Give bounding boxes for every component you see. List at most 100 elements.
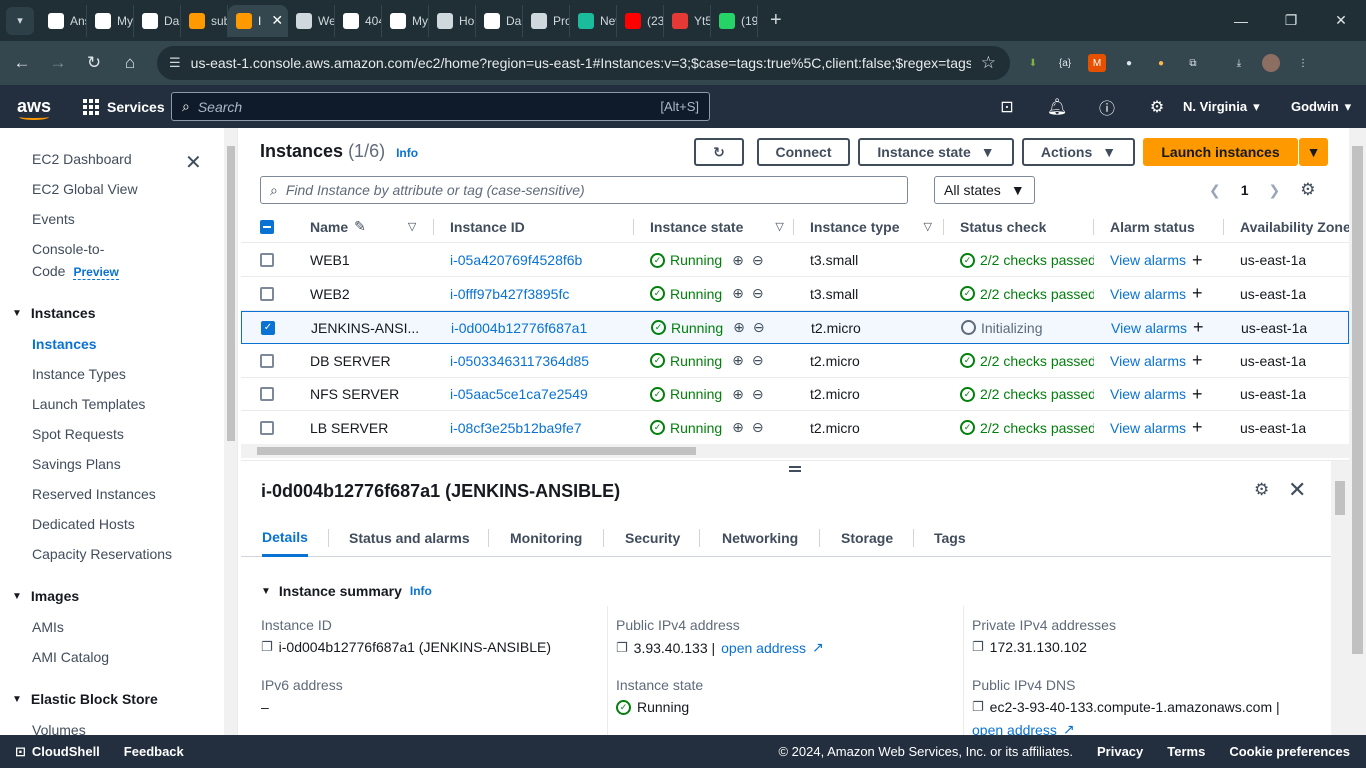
sidebar-section-ebs[interactable]: ▼ Elastic Block Store — [12, 691, 158, 707]
open-address-link[interactable]: open address — [721, 640, 806, 656]
instance-id-link[interactable]: i-08cf3e25b12ba9fe7 — [450, 420, 582, 436]
browser-tab[interactable]: Hom — [429, 4, 476, 37]
col-availability-zone[interactable]: Availability Zone — [1240, 211, 1349, 242]
sidebar-section-instances[interactable]: ▼ Instances — [12, 305, 96, 321]
resize-handle[interactable] — [789, 466, 801, 472]
col-status-check[interactable]: Status check — [960, 211, 1046, 242]
row-checkbox[interactable] — [260, 378, 274, 410]
copy-icon[interactable]: ❐ — [972, 699, 984, 715]
col-instance-state[interactable]: Instance state ▽ — [650, 211, 784, 242]
col-instance-type[interactable]: Instance type ▽ — [810, 211, 932, 242]
view-alarms-link[interactable]: View alarms — [1111, 320, 1187, 336]
browser-tab[interactable]: New — [570, 4, 617, 37]
zoom-in-out-icons[interactable]: ⊕⊖ — [732, 386, 771, 403]
row-checkbox[interactable] — [260, 412, 274, 444]
browser-tab[interactable]: Dare — [134, 4, 181, 37]
tab-monitoring[interactable]: Monitoring — [510, 519, 582, 557]
launch-instances-button[interactable]: Launch instances — [1143, 138, 1298, 166]
browser-tab[interactable]: I ✕ — [228, 4, 288, 37]
downloads-icon[interactable]: ⤓ — [1230, 54, 1248, 72]
browser-tab[interactable]: 404 r — [335, 4, 382, 37]
tab-details[interactable]: Details — [262, 519, 308, 557]
zoom-in-out-icons[interactable]: ⊕⊖ — [733, 319, 772, 336]
profile-avatar[interactable] — [1262, 54, 1280, 72]
help-icon[interactable]: ⓘ — [1082, 95, 1132, 119]
restore-icon[interactable]: ❐ — [1266, 0, 1316, 41]
add-alarm-icon[interactable]: + — [1192, 384, 1203, 405]
services-menu[interactable]: Services — [83, 98, 165, 115]
sidebar-item-savings-plans[interactable]: Savings Plans — [32, 456, 121, 472]
table-row[interactable]: WEB2 i-0fff97b427f3895fc ✓ Running ⊕⊖ t3.smal… — [241, 278, 1349, 311]
instance-state-button[interactable]: Instance state ▼ — [858, 138, 1014, 166]
instance-filter-input[interactable]: ⌕ Find Instance by attribute or tag (cas… — [260, 176, 908, 204]
account-menu[interactable]: Godwin ▾ — [1291, 85, 1351, 128]
cell-instance-id[interactable]: i-05033463117364d85 — [450, 345, 589, 377]
sidebar-item-instance-types[interactable]: Instance Types — [32, 366, 126, 382]
extensions-puzzle-icon[interactable]: ⧉ — [1184, 54, 1202, 72]
sidebar-scrollbar[interactable] — [224, 128, 237, 735]
detail-scrollbar[interactable] — [1331, 461, 1349, 735]
forward-icon[interactable]: → — [40, 53, 76, 73]
refresh-button[interactable]: ↻ — [694, 138, 744, 166]
zoom-in-out-icons[interactable]: ⊕⊖ — [732, 285, 771, 302]
cell-instance-id[interactable]: i-05aac5ce1ca7e2549 — [450, 378, 588, 410]
sidebar-item-spot-requests[interactable]: Spot Requests — [32, 426, 124, 442]
tab-status-and-alarms[interactable]: Status and alarms — [349, 519, 470, 557]
scrollbar-thumb[interactable] — [257, 447, 696, 455]
cloudshell-icon[interactable]: ⊡ — [982, 97, 1032, 117]
tab-search-icon[interactable]: ▾ — [6, 6, 34, 35]
cell-instance-id[interactable]: i-05a420769f4528f6b — [450, 244, 582, 276]
launch-dropdown-button[interactable]: ▼ — [1299, 138, 1328, 166]
scrollbar-thumb[interactable] — [227, 146, 235, 441]
browser-tab[interactable]: My-c — [87, 4, 134, 37]
view-alarms-link[interactable]: View alarms — [1110, 420, 1186, 436]
privacy-link[interactable]: Privacy — [1097, 744, 1143, 759]
add-alarm-icon[interactable]: + — [1193, 317, 1204, 338]
table-row[interactable]: WEB1 i-05a420769f4528f6b ✓ Running ⊕⊖ t3.smal… — [241, 244, 1349, 277]
instance-id-link[interactable]: i-05033463117364d85 — [450, 353, 589, 369]
table-row[interactable]: DB SERVER i-05033463117364d85 ✓ Running ⊕⊖ t2… — [241, 345, 1349, 378]
states-filter-select[interactable]: All states ▼ — [934, 176, 1035, 204]
instance-id-link[interactable]: i-05a420769f4528f6b — [450, 252, 582, 268]
aws-logo[interactable]: aws — [17, 96, 57, 120]
table-row[interactable]: ✓ JENKINS-ANSI... i-0d004b12776f687a1 ✓ Runn… — [241, 311, 1349, 344]
feedback-link[interactable]: Feedback — [124, 744, 184, 759]
main-scrollbar[interactable] — [1349, 128, 1366, 735]
copy-icon[interactable]: ❐ — [616, 640, 628, 656]
terms-link[interactable]: Terms — [1167, 744, 1205, 759]
prev-page-icon[interactable]: ❮ — [1209, 182, 1221, 199]
view-alarms-link[interactable]: View alarms — [1110, 386, 1186, 402]
extension-dot-icon[interactable]: ● — [1120, 54, 1138, 72]
browser-tab[interactable]: (199) — [711, 4, 758, 37]
view-alarms-link[interactable]: View alarms — [1110, 286, 1186, 302]
row-checkbox[interactable] — [260, 244, 274, 276]
browser-tab[interactable]: Welc — [288, 4, 335, 37]
bookmark-star-icon[interactable]: ☆ — [981, 53, 996, 73]
table-horizontal-scrollbar[interactable] — [241, 444, 1349, 458]
info-link[interactable]: Info — [396, 146, 418, 160]
minimize-icon[interactable]: — — [1216, 0, 1266, 41]
browser-tab[interactable]: My-c — [382, 4, 429, 37]
address-bar[interactable]: ☰ us-east-1.console.aws.amazon.com/ec2/h… — [157, 46, 1010, 80]
table-row[interactable]: LB SERVER i-08cf3e25b12ba9fe7 ✓ Running ⊕⊖ t2… — [241, 412, 1349, 445]
actions-button[interactable]: Actions ▼ — [1022, 138, 1135, 166]
detail-close-icon[interactable]: ✕ — [1288, 477, 1306, 503]
cloudshell-button[interactable]: ⊡ CloudShell — [15, 744, 100, 760]
tab-security[interactable]: Security — [625, 519, 680, 557]
select-all-checkbox[interactable] — [260, 211, 274, 242]
aws-search-input[interactable]: ⌕ Search [Alt+S] — [171, 92, 710, 121]
add-alarm-icon[interactable]: + — [1192, 417, 1203, 438]
col-name[interactable]: Name ✎ ▽ — [310, 211, 416, 242]
instance-summary-header[interactable]: ▼ Instance summary Info — [261, 583, 432, 599]
next-page-icon[interactable]: ❯ — [1269, 182, 1281, 199]
instance-id-link[interactable]: i-05aac5ce1ca7e2549 — [450, 386, 588, 402]
add-alarm-icon[interactable]: + — [1192, 350, 1203, 371]
instance-id-link[interactable]: i-0d004b12776f687a1 — [451, 320, 587, 336]
new-tab-icon[interactable]: + — [770, 9, 782, 32]
browser-tab[interactable]: Dare — [476, 4, 523, 37]
browser-tab[interactable]: Prop — [523, 4, 570, 37]
notifications-bell-icon[interactable]: 🔔︎ — [1032, 97, 1082, 117]
sidebar-item-capacity-reservations[interactable]: Capacity Reservations — [32, 546, 172, 562]
add-alarm-icon[interactable]: + — [1192, 250, 1203, 271]
browser-menu-icon[interactable]: ⋮ — [1294, 54, 1312, 72]
